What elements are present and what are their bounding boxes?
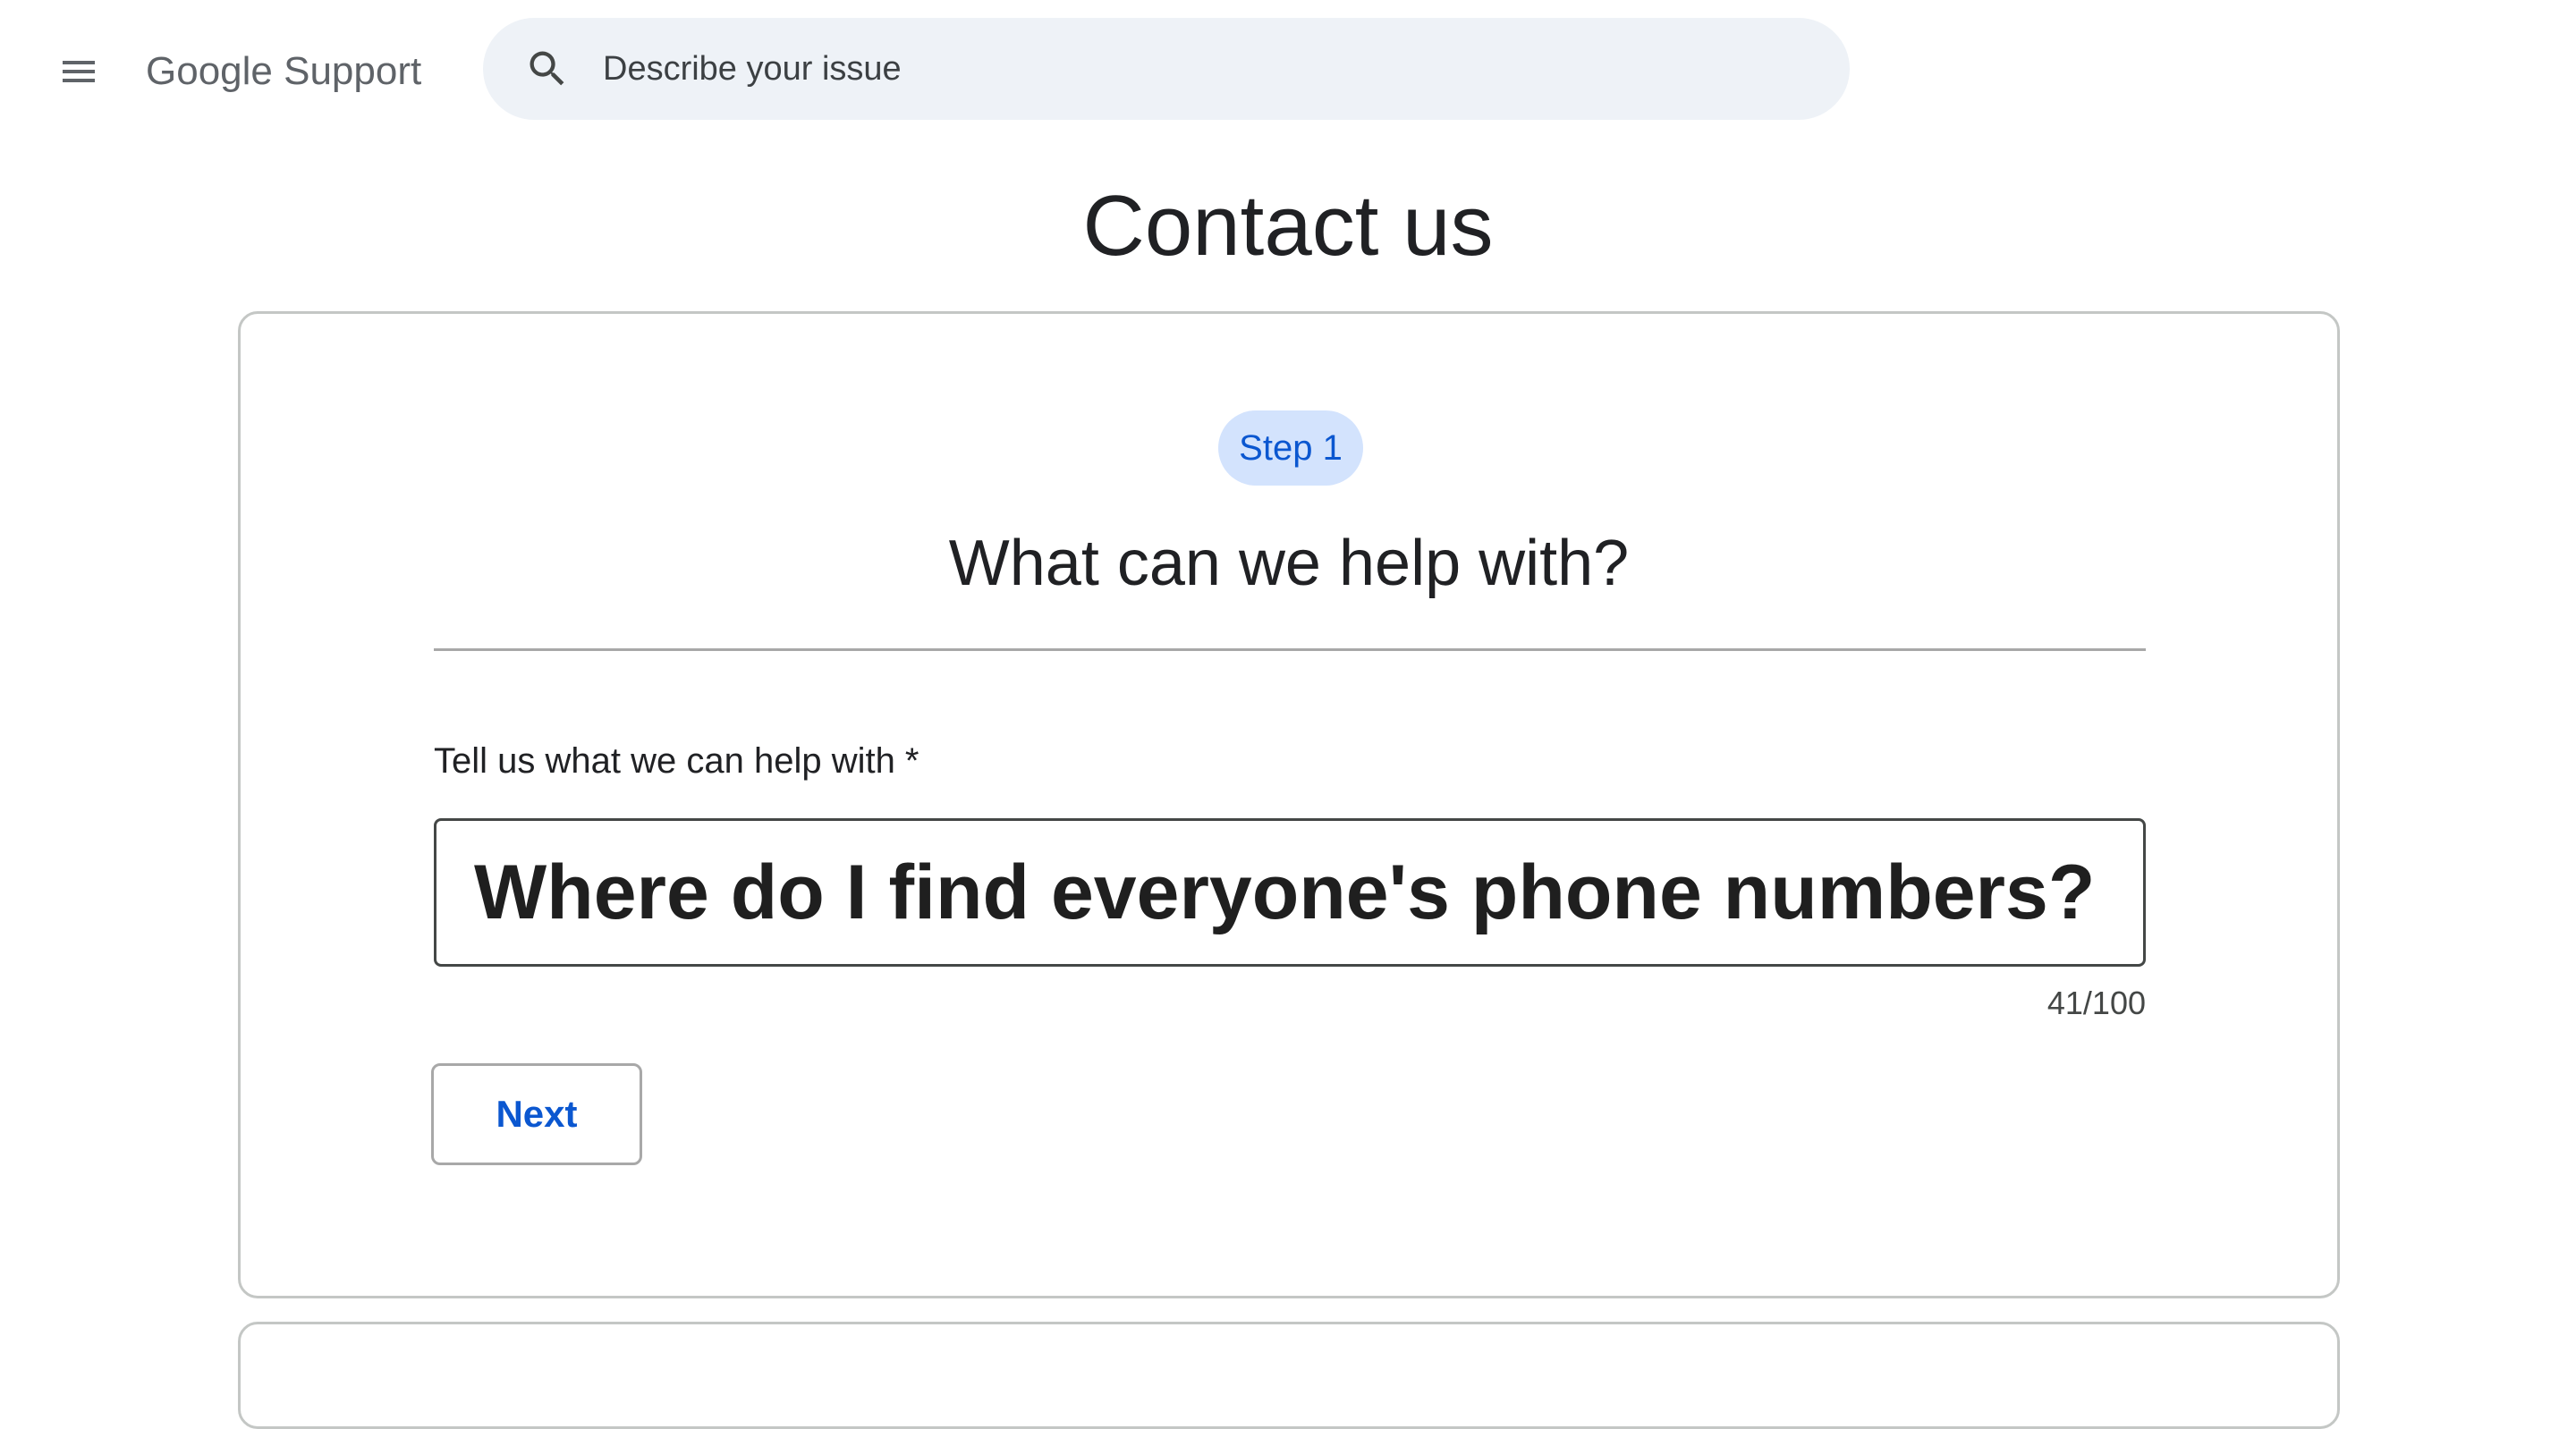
next-button[interactable]: Next	[431, 1063, 642, 1165]
main-menu-button[interactable]	[47, 39, 111, 104]
section-divider	[434, 648, 2146, 651]
search-bar[interactable]	[483, 18, 1850, 120]
step-heading: What can we help with?	[948, 528, 1630, 599]
step-badge: Step 1	[1218, 410, 1363, 486]
step-2-card	[238, 1322, 2340, 1429]
hamburger-menu-icon	[63, 61, 95, 82]
page-title: Contact us	[1082, 178, 1494, 274]
character-counter: 41/100	[2046, 985, 2146, 1021]
search-icon[interactable]	[524, 46, 571, 92]
help-field-label: Tell us what we can help with *	[434, 741, 919, 781]
top-app-bar: Google Support	[0, 0, 2576, 143]
google-support-logo[interactable]: Google Support	[146, 43, 421, 100]
search-input[interactable]	[603, 18, 1801, 120]
help-topic-input[interactable]	[434, 818, 2146, 967]
step-1-card: Step 1 What can we help with? Tell us wh…	[238, 311, 2340, 1298]
